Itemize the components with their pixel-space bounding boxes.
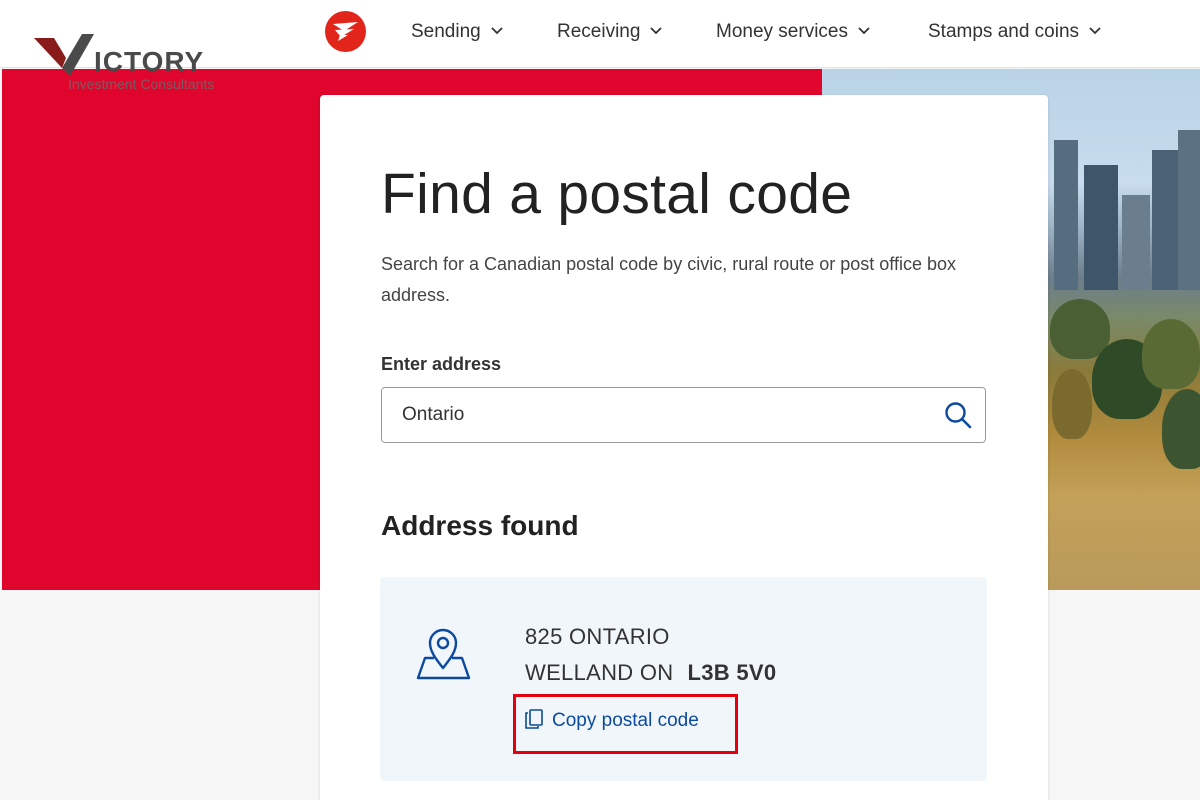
nav-sending[interactable]: Sending bbox=[411, 19, 503, 43]
page-title: Find a postal code bbox=[381, 162, 853, 226]
search-icon[interactable] bbox=[943, 400, 973, 430]
address-search-box bbox=[381, 387, 986, 443]
nav-receiving-label: Receiving bbox=[557, 21, 641, 42]
watermark-subtitle: Investment Consultants bbox=[68, 76, 215, 92]
nav-stamps-and-coins-label: Stamps and coins bbox=[928, 21, 1080, 42]
copy-icon bbox=[525, 709, 543, 729]
chevron-down-icon bbox=[1089, 19, 1101, 41]
nav-stamps-and-coins[interactable]: Stamps and coins bbox=[928, 19, 1101, 43]
result-city-province: WELLAND ON bbox=[525, 660, 674, 685]
copy-postal-code-button[interactable]: Copy postal code bbox=[525, 709, 699, 732]
copy-postal-code-label: Copy postal code bbox=[552, 710, 699, 731]
nav-receiving[interactable]: Receiving bbox=[557, 19, 663, 43]
victory-watermark-logo: ICTORY Investment Consultants bbox=[32, 32, 242, 96]
address-search-input[interactable] bbox=[402, 404, 922, 426]
nav-money-services[interactable]: Money services bbox=[716, 19, 870, 43]
canada-post-logo-icon bbox=[333, 22, 358, 41]
nav-money-services-label: Money services bbox=[716, 21, 848, 42]
nav-sending-label: Sending bbox=[411, 21, 481, 42]
postal-code-card: Find a postal code Search for a Canadian… bbox=[320, 95, 1048, 800]
chevron-down-icon bbox=[858, 19, 870, 41]
chevron-down-icon bbox=[650, 19, 663, 41]
victory-v-icon bbox=[34, 34, 94, 76]
canada-post-logo[interactable] bbox=[325, 11, 366, 52]
result-street: 825 ONTARIO bbox=[525, 624, 670, 649]
result-heading: Address found bbox=[381, 510, 579, 541]
address-label: Enter address bbox=[381, 354, 502, 374]
map-pin-icon bbox=[415, 622, 473, 685]
result-postal-code: L3B 5V0 bbox=[687, 660, 777, 685]
watermark-brand: ICTORY bbox=[94, 46, 205, 77]
page-description: Search for a Canadian postal code by civ… bbox=[381, 254, 956, 305]
chevron-down-icon bbox=[491, 19, 503, 41]
address-result: 825 ONTARIO WELLAND ON L3B 5V0 Copy posta… bbox=[380, 577, 987, 781]
result-city-line: WELLAND ON L3B 5V0 bbox=[525, 660, 776, 686]
